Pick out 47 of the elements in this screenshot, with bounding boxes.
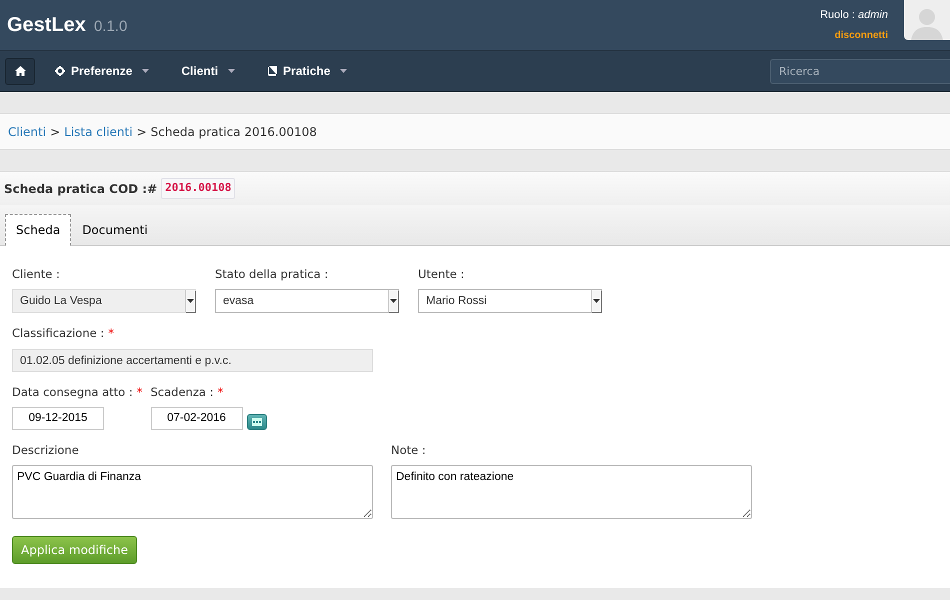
home-button[interactable] (5, 58, 35, 84)
field-label: Classificazione : (12, 325, 104, 342)
date-field[interactable]: 07-02-2016 (150, 406, 242, 430)
search-field[interactable]: Ricerca (770, 58, 950, 84)
separator: > (136, 124, 147, 140)
page-title: Scheda pratica COD :# (4, 180, 158, 198)
readonly-field: 01.02.05 definizione accertamenti e p.v.c. (12, 348, 373, 372)
book-icon (267, 66, 278, 76)
field-label: Data consegna atto : (12, 384, 133, 400)
tab[interactable]: Scheda (5, 214, 72, 246)
field-label: Stato della pratica : (215, 266, 328, 283)
calendar-button[interactable] (246, 414, 266, 430)
breadcrumb-link[interactable]: Clienti (8, 122, 46, 140)
select-field[interactable]: Mario Rossi (418, 289, 602, 314)
caret-icon (340, 69, 348, 73)
tab[interactable]: Documenti (71, 214, 159, 246)
nav-menu[interactable]: Preferenze (43, 56, 162, 86)
breadcrumb-link[interactable]: Lista clienti (64, 122, 133, 140)
dropdown-caret-icon[interactable] (388, 290, 398, 312)
text-area[interactable]: Definito con rateazione (391, 465, 752, 519)
select-field[interactable]: evasa (215, 289, 399, 314)
required-mark: * (136, 384, 142, 400)
caret-icon (142, 69, 150, 73)
field-label: Utente : (418, 266, 464, 283)
app-title: GestLex (7, 13, 86, 38)
home-icon (14, 66, 26, 76)
text-area[interactable]: PVC Guardia di Finanza (12, 465, 373, 519)
breadcrumb-current: Scheda pratica 2016.00108 (150, 124, 317, 140)
role-label: Ruolo : admin (820, 8, 888, 24)
separator: > (50, 124, 60, 140)
logout-link[interactable]: disconnetti (834, 28, 888, 43)
field-label: Cliente : (12, 266, 60, 283)
nav-menu[interactable]: Pratiche (255, 56, 360, 86)
code-label: 2016.00108 (161, 178, 236, 199)
field-label: Note : (391, 442, 426, 459)
version-label: 0.1.0 (94, 17, 128, 37)
avatar-icon (904, 0, 950, 40)
field-label: Descrizione (12, 442, 79, 459)
date-field[interactable]: 09-12-2015 (12, 406, 104, 430)
caret-icon (228, 69, 236, 73)
required-mark: * (217, 384, 224, 400)
nav-menu[interactable]: Clienti (169, 56, 248, 86)
field-label: Scadenza : (150, 384, 214, 400)
required-mark: * (108, 325, 114, 342)
gear-icon (55, 66, 65, 76)
calendar-icon (252, 418, 262, 426)
dropdown-caret-icon[interactable] (591, 290, 601, 312)
